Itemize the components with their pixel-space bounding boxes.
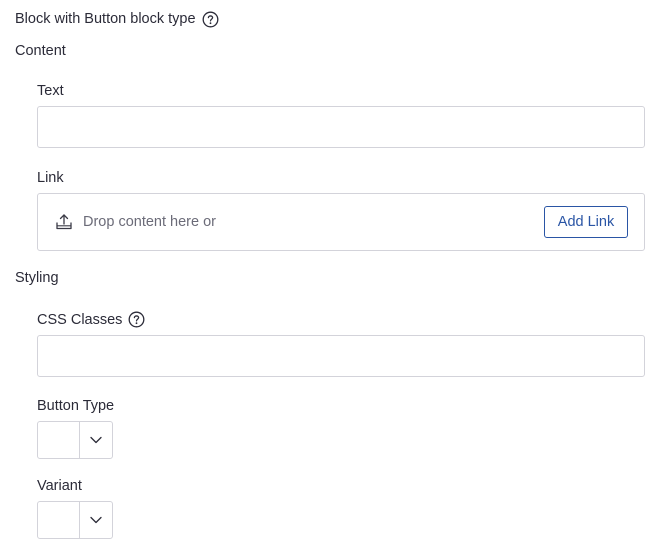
variant-selected-value[interactable] <box>38 502 80 538</box>
link-field-label: Link <box>37 170 64 186</box>
drop-content-text: Drop content here or <box>83 214 216 230</box>
help-circle-icon[interactable] <box>202 11 219 28</box>
css-classes-label-text: CSS Classes <box>37 311 123 328</box>
chevron-down-icon <box>90 431 102 449</box>
css-classes-field-label: CSS Classes <box>37 311 145 328</box>
form-title: Block with Button block type <box>15 11 196 27</box>
variant-field-label: Variant <box>37 478 82 494</box>
button-type-field-label: Button Type <box>37 398 115 414</box>
add-link-button[interactable]: Add Link <box>544 206 628 238</box>
text-field-label: Text <box>37 83 64 99</box>
section-styling-label: Styling <box>15 270 59 286</box>
upload-icon <box>55 213 73 231</box>
css-classes-input[interactable] <box>37 335 645 377</box>
link-drop-zone[interactable]: Drop content here or Add Link <box>37 193 645 251</box>
button-type-dropdown-toggle[interactable] <box>80 422 112 458</box>
button-type-selected-value[interactable] <box>38 422 80 458</box>
form-header: Block with Button block type <box>15 8 219 30</box>
block-editor-form: Block with Button block type Content Tex… <box>0 0 651 542</box>
button-type-select[interactable] <box>37 421 113 459</box>
variant-select[interactable] <box>37 501 113 539</box>
text-input[interactable] <box>37 106 645 148</box>
section-content-label: Content <box>15 43 66 59</box>
variant-dropdown-toggle[interactable] <box>80 502 112 538</box>
chevron-down-icon <box>90 511 102 529</box>
help-circle-icon[interactable] <box>128 311 145 328</box>
